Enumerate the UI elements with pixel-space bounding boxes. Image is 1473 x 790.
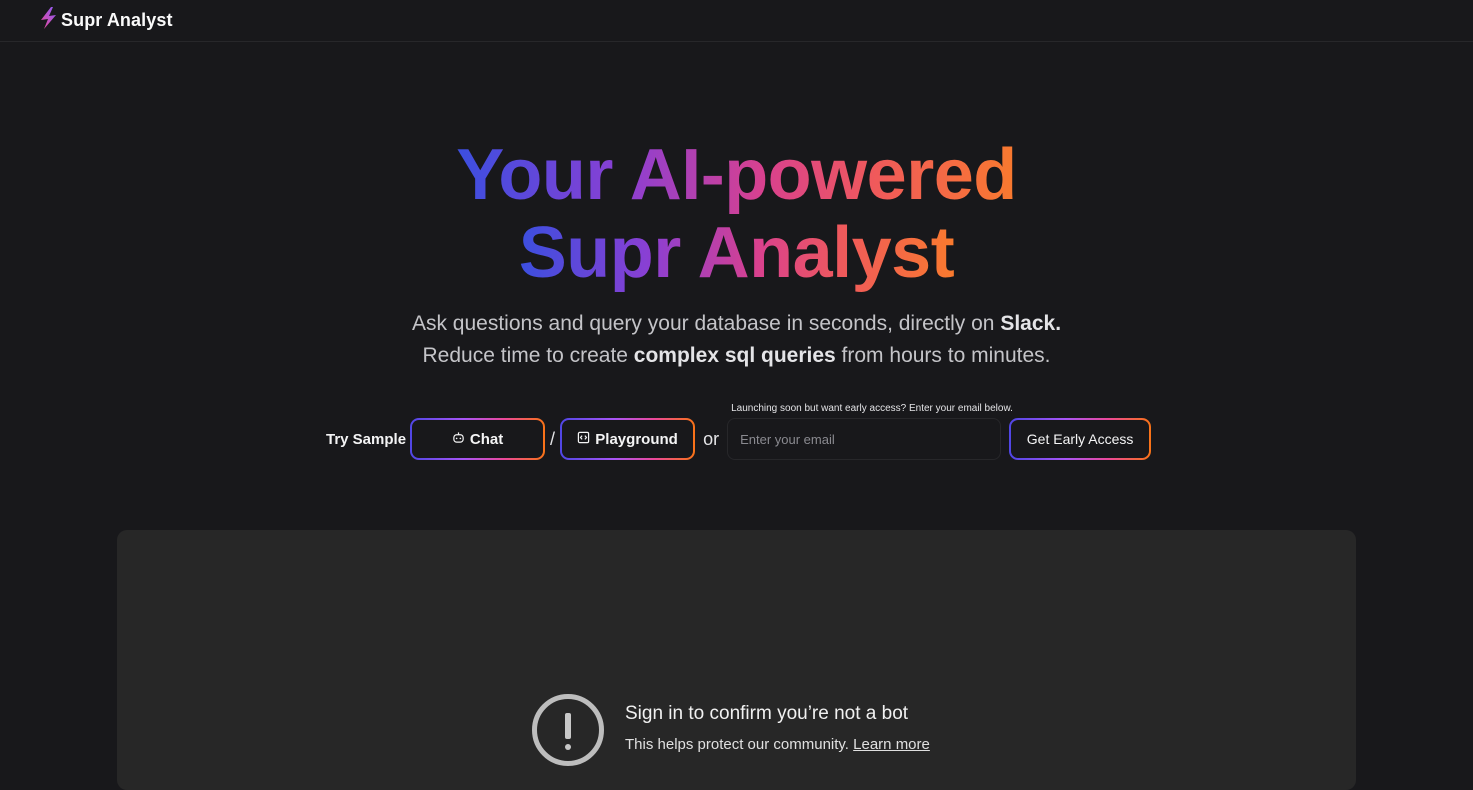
bot-check-title: Sign in to confirm you’re not a bot <box>625 703 909 724</box>
hero-subtitle: Ask questions and query your database in… <box>0 308 1473 372</box>
hero-title-line2: Supr Analyst <box>518 213 955 293</box>
try-sample-label: Try Sample <box>326 430 407 448</box>
subtitle-line2-text: Reduce time to create <box>422 344 634 367</box>
email-input[interactable] <box>727 418 1002 460</box>
get-early-access-button[interactable]: Get Early Access <box>1009 418 1152 460</box>
cta-row: Try Sample Chat / Playground or Launchin… <box>326 403 1152 460</box>
bot-check-subtitle: This helps protect our community. Learn … <box>625 736 930 753</box>
exclamation-circle-icon <box>532 694 604 766</box>
hero-title: Your AI-powered Supr Analyst <box>0 136 1473 292</box>
robot-icon <box>452 431 465 448</box>
playground-button-label: Playground <box>595 430 678 448</box>
top-navbar: Supr Analyst <box>0 0 1473 42</box>
get-early-access-label: Get Early Access <box>1026 431 1134 447</box>
brand-name: Supr Analyst <box>61 10 173 30</box>
lightning-bolt-icon <box>38 6 58 35</box>
subtitle-line1-bold: Slack. <box>1000 312 1062 335</box>
learn-more-link[interactable]: Learn more <box>853 736 930 753</box>
email-hint: Launching soon but want early access? En… <box>731 403 1013 414</box>
separator: / <box>550 428 556 449</box>
or-label: or <box>703 428 720 449</box>
video-embed[interactable]: Sign in to confirm you’re not a bot This… <box>117 530 1356 790</box>
subtitle-line1-text: Ask questions and query your database in… <box>411 312 1001 335</box>
code-window-icon <box>577 431 590 448</box>
chat-button-label: Chat <box>469 430 504 448</box>
subtitle-line2-bold: complex sql queries <box>633 344 836 367</box>
subtitle-line2-suffix: from hours to minutes. <box>835 344 1051 367</box>
brand-logo-link[interactable]: Supr Analyst <box>38 6 173 35</box>
hero-title-line1: Your AI-powered <box>456 135 1017 215</box>
bot-check-subtitle-text: This helps protect our community. <box>625 736 849 753</box>
chat-button[interactable]: Chat <box>410 418 546 460</box>
email-field-wrapper: Launching soon but want early access? En… <box>727 403 1013 460</box>
playground-button[interactable]: Playground <box>560 418 696 460</box>
